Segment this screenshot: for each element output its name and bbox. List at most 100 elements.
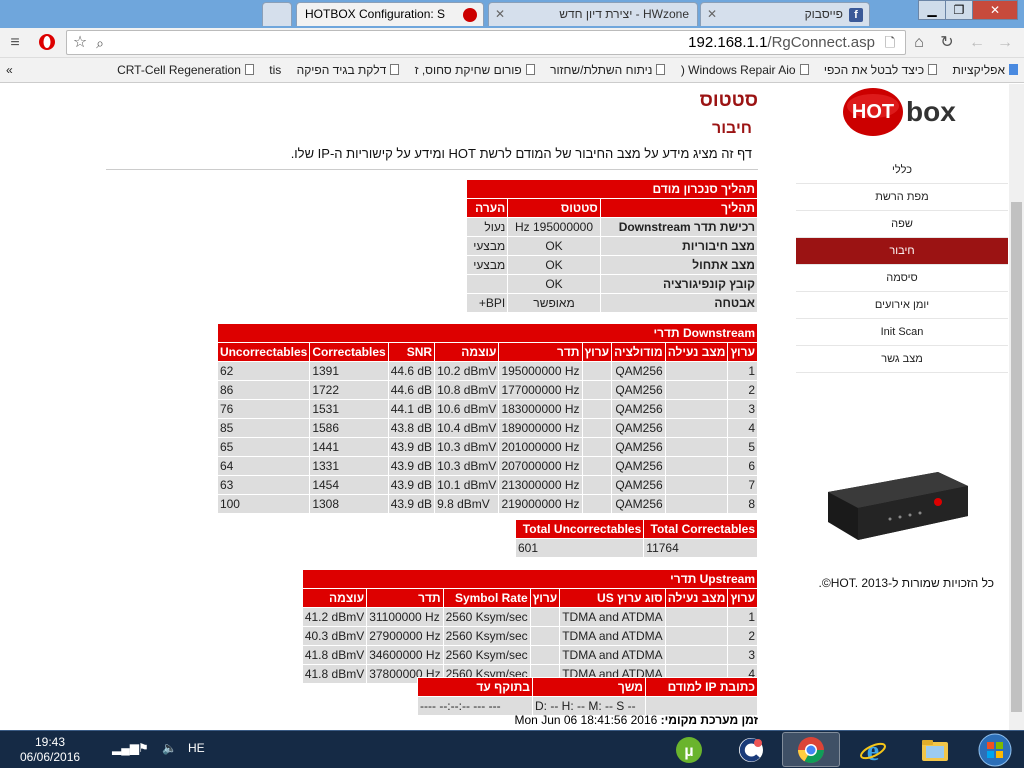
minimize-icon[interactable]: ▁ — [918, 0, 946, 20]
table-cell: 41.8 dBmV — [301, 645, 368, 665]
svg-text:µ: µ — [684, 743, 693, 760]
tab-facebook[interactable]: f פייסבוק ✕ — [700, 2, 870, 26]
start-button[interactable] — [966, 732, 1024, 767]
star-icon[interactable]: ☆ — [69, 32, 91, 54]
table-row: מצב חיבוריות OK מבצעי — [465, 236, 759, 256]
table-cell: 10.1 dBmV — [434, 475, 500, 495]
bookmarks-overflow-icon[interactable]: « — [0, 58, 19, 82]
column-header: מצב נעילה — [664, 342, 729, 362]
table-cell — [581, 494, 613, 514]
ip-table: כתובת IP למודם משך בתוקף עד D: -- H: -- … — [417, 677, 758, 716]
bookmark-item[interactable]: פורום שחיקת סחוס, ז — [409, 58, 541, 82]
total-uncorrectables-header: Total Uncorrectables — [514, 519, 645, 539]
table-cell: OK — [507, 236, 601, 256]
column-header: סטטוס — [507, 198, 601, 218]
table-cell: 1 — [727, 607, 758, 627]
table-cell: 189000000 Hz — [498, 418, 583, 438]
signal-icon[interactable]: ▂▄▆ — [112, 741, 139, 755]
sidebar-item[interactable]: חיבור — [796, 238, 1008, 265]
table-cell: 34600000 Hz — [366, 645, 444, 665]
table-cell — [664, 456, 729, 476]
modem-image — [820, 464, 970, 544]
chrome-icon[interactable] — [782, 732, 840, 767]
utorrent-icon[interactable]: µ — [660, 732, 718, 767]
sidebar: HOT box כללי מפת הרשת שפה חיבור סיסמה יומן אי… — [796, 84, 1008, 730]
bookmark-item[interactable]: Windows Repair Aio ( — [675, 58, 815, 82]
table-cell: QAM256 — [611, 456, 666, 476]
new-tab-button[interactable] — [262, 2, 292, 26]
column-header: עוצמה — [301, 588, 368, 608]
table-cell: 207000000 Hz — [498, 456, 583, 476]
table-cell: 43.9 dB — [387, 475, 436, 495]
clock-time: 19:43 — [34, 735, 66, 749]
total-correctables-header: Total Correctables — [643, 519, 758, 539]
sidebar-item[interactable]: מפת הרשת — [796, 184, 1008, 211]
sidebar-item[interactable]: יומן אירועים — [796, 292, 1008, 319]
bookmark-item[interactable]: דלקת בגיד הפיקה — [291, 58, 406, 82]
startup-table: תהליך סנכרון מודם תהליך סטטוס הערה רכישת… — [465, 179, 759, 313]
internet-explorer-icon[interactable]: e — [844, 732, 902, 767]
sidebar-item[interactable]: Init Scan — [796, 319, 1008, 346]
page-title: סטטוס — [699, 90, 758, 111]
table-cell: 65 — [216, 437, 311, 457]
table-cell: אבטחה — [599, 293, 759, 313]
close-tab-icon[interactable]: ✕ — [707, 3, 717, 25]
table-cell: 2 — [727, 380, 758, 400]
window-controls: ▁ ❐ ✕ — [918, 0, 1018, 20]
table-cell: 8 — [727, 494, 758, 514]
file-explorer-icon[interactable] — [906, 732, 964, 767]
reload-icon[interactable]: ↻ — [936, 32, 958, 54]
volume-icon[interactable]: 🔈 — [162, 741, 177, 755]
flag-icon[interactable]: ⚑ — [138, 741, 149, 755]
table-cell — [664, 494, 729, 514]
table-cell — [581, 437, 613, 457]
page-icon — [799, 64, 809, 75]
forward-icon[interactable]: → — [994, 32, 1016, 54]
table-cell: 1308 — [309, 494, 389, 514]
browser-toolbar: ≡ ☆ ⌕ 192.168.1.1/RgConnect.asp 🗋 ⌂ ↻ ← … — [0, 28, 1024, 58]
address-bar[interactable]: ☆ ⌕ 192.168.1.1/RgConnect.asp 🗋 — [66, 30, 906, 55]
ccleaner-icon[interactable] — [722, 732, 780, 767]
logo-box-text: box — [906, 96, 956, 127]
sidebar-item[interactable]: סיסמה — [796, 265, 1008, 292]
startup-rows: רכישת תדר Downstream 195000000 Hz נעול מצב … — [465, 217, 759, 313]
table-cell: 177000000 Hz — [498, 380, 583, 400]
scrollbar-thumb[interactable] — [1011, 202, 1022, 712]
page-scrollbar[interactable] — [1009, 84, 1024, 730]
table-cell: רכישת תדר Downstream — [599, 217, 759, 237]
back-icon[interactable]: ← — [966, 32, 988, 54]
table-cell: 1722 — [309, 380, 389, 400]
close-tab-icon[interactable]: ✕ — [495, 3, 505, 25]
bookmark-apps[interactable]: אפליקציות — [947, 58, 1024, 82]
bookmark-item[interactable]: CRT-Cell Regeneration — [111, 58, 260, 82]
sidebar-item[interactable]: שפה — [796, 211, 1008, 238]
restore-icon[interactable]: ❐ — [945, 0, 973, 20]
opera-icon[interactable] — [36, 32, 58, 54]
tab-hwzone[interactable]: HWzone - יצירת דיון חדש ✕ — [488, 2, 698, 26]
table-cell: 1391 — [309, 361, 389, 381]
table-cell: QAM256 — [611, 475, 666, 495]
column-header: ערוץ — [727, 588, 758, 608]
column-header: Symbol Rate — [442, 588, 531, 608]
table-cell: 6 — [727, 456, 758, 476]
column-header: ערוץ — [727, 342, 758, 362]
taskbar-clock[interactable]: 19:43 06/06/2016 — [20, 735, 80, 765]
home-icon[interactable]: ⌂ — [908, 32, 930, 54]
bookmark-label: Windows Repair Aio ( — [680, 63, 796, 77]
table-cell — [664, 607, 729, 627]
table-cell: 10.6 dBmV — [434, 399, 500, 419]
table-cell: 201000000 Hz — [498, 437, 583, 457]
bookmark-item[interactable]: ניתוח השתלת/שחזור — [544, 58, 671, 82]
bookmark-item[interactable]: כיצד לבטל את הכפי — [818, 58, 943, 82]
tab-hotbox[interactable]: HOTBOX Configuration: S — [296, 2, 484, 26]
language-indicator[interactable]: HE — [188, 741, 205, 755]
close-window-icon[interactable]: ✕ — [972, 0, 1018, 20]
table-cell — [529, 607, 561, 627]
table-cell — [664, 645, 729, 665]
table-cell: 10.3 dBmV — [434, 437, 500, 457]
sidebar-item[interactable]: כללי — [796, 157, 1008, 184]
sidebar-item[interactable]: מצב גשר — [796, 346, 1008, 373]
table-cell — [581, 418, 613, 438]
bookmark-item[interactable]: tis — [263, 58, 287, 82]
menu-icon[interactable]: ≡ — [4, 32, 26, 54]
